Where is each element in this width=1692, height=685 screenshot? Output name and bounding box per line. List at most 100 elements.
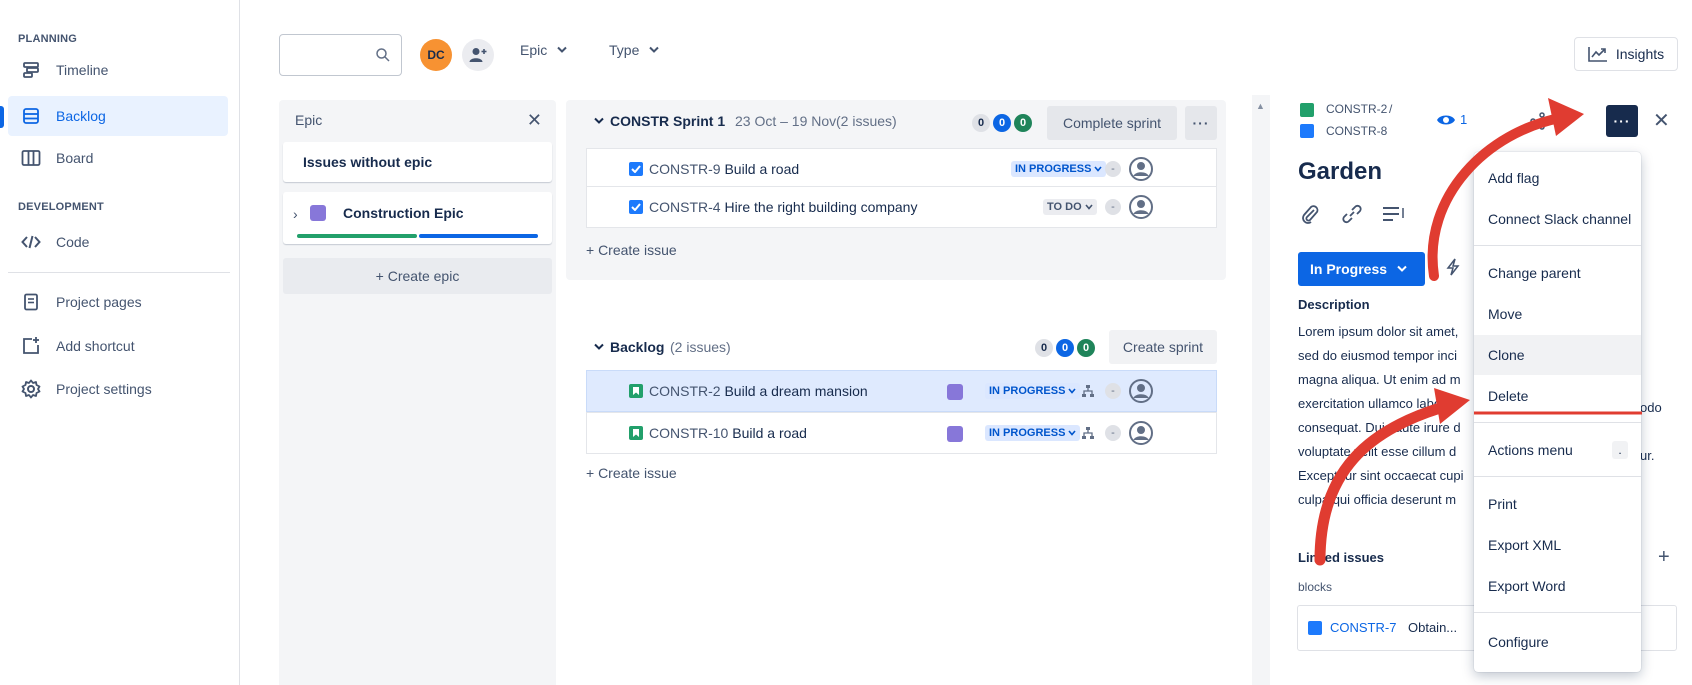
epic-filter-label: Epic bbox=[520, 42, 548, 58]
chevron-down-icon[interactable] bbox=[594, 117, 604, 125]
table-row[interactable]: CONSTR-4 Hire the right building company… bbox=[586, 186, 1217, 228]
active-indicator bbox=[0, 106, 4, 128]
issues-without-epic[interactable]: Issues without epic bbox=[283, 142, 552, 182]
menu-item-add-flag[interactable]: Add flag bbox=[1474, 158, 1641, 198]
create-issue-button[interactable]: + Create issue bbox=[586, 242, 677, 258]
linked-issue-summary: Obtain... bbox=[1408, 620, 1458, 635]
status-badge[interactable]: IN PROGRESS bbox=[985, 425, 1081, 441]
issue-summary: Hire the right building company bbox=[724, 199, 918, 215]
more-actions-button[interactable]: ··· bbox=[1606, 105, 1638, 137]
search-input[interactable] bbox=[279, 34, 402, 76]
status-label: IN PROGRESS bbox=[989, 427, 1066, 439]
link-icon[interactable] bbox=[1341, 204, 1363, 224]
add-people-button[interactable] bbox=[462, 39, 494, 71]
chevron-down-icon[interactable] bbox=[594, 343, 604, 351]
todo-count: 0 bbox=[972, 114, 990, 132]
more-icon[interactable]: ··· bbox=[1185, 106, 1217, 140]
attachment-icon[interactable] bbox=[1300, 204, 1320, 224]
close-icon[interactable]: ✕ bbox=[527, 110, 542, 131]
table-row[interactable]: CONSTR-9 Build a road IN PROGRESS - bbox=[586, 148, 1217, 190]
status-badge[interactable]: IN PROGRESS bbox=[985, 383, 1081, 399]
sidebar-divider bbox=[8, 272, 230, 273]
menu-item-print[interactable]: Print bbox=[1474, 484, 1641, 524]
create-issue-button[interactable]: + Create issue bbox=[586, 465, 677, 481]
issue-title[interactable]: Garden bbox=[1298, 158, 1382, 186]
complete-sprint-button[interactable]: Complete sprint bbox=[1047, 106, 1177, 140]
status-badge[interactable]: TO DO bbox=[1043, 199, 1097, 215]
issue-key[interactable]: CONSTR-9 bbox=[649, 161, 721, 177]
sidebar-item-label: Backlog bbox=[56, 108, 106, 124]
issue-summary: Build a road bbox=[724, 161, 800, 177]
type-filter-button[interactable]: Type bbox=[609, 42, 660, 58]
epic-progress-done bbox=[297, 234, 417, 238]
menu-item-clone[interactable]: Clone bbox=[1474, 335, 1641, 375]
menu-item-export-word[interactable]: Export Word bbox=[1474, 566, 1641, 606]
menu-item-move[interactable]: Move bbox=[1474, 294, 1641, 334]
status-badge[interactable]: IN PROGRESS bbox=[1011, 161, 1107, 177]
unassigned-avatar-icon bbox=[1129, 195, 1153, 219]
estimate-pill[interactable]: - bbox=[1105, 161, 1121, 177]
epic-color-swatch bbox=[947, 384, 963, 400]
issue-key[interactable]: CONSTR-4 bbox=[649, 199, 721, 215]
table-row[interactable]: CONSTR-10 Build a road IN PROGRESS - bbox=[586, 412, 1217, 454]
close-icon[interactable]: ✕ bbox=[1653, 108, 1670, 133]
estimate-pill[interactable]: - bbox=[1105, 383, 1121, 399]
scroll-up-icon[interactable]: ▲ bbox=[1256, 101, 1265, 111]
description-label: Description bbox=[1298, 297, 1370, 312]
chevron-down-icon bbox=[1094, 166, 1103, 172]
issue-key[interactable]: CONSTR-10 bbox=[649, 425, 728, 441]
menu-item-change-parent[interactable]: Change parent bbox=[1474, 253, 1641, 293]
menu-item-delete[interactable]: Delete bbox=[1474, 376, 1641, 416]
backlog-title: Backlog bbox=[610, 339, 665, 355]
sidebar-item-code[interactable]: Code bbox=[8, 222, 228, 262]
create-sprint-button[interactable]: Create sprint bbox=[1109, 330, 1217, 364]
menu-item-export-xml[interactable]: Export XML bbox=[1474, 525, 1641, 565]
insights-button[interactable]: Insights bbox=[1574, 37, 1678, 71]
sidebar-item-board[interactable]: Board bbox=[8, 138, 228, 178]
sprint-status-counts: 0 0 0 bbox=[972, 114, 1032, 132]
sidebar-item-add-shortcut[interactable]: Add shortcut bbox=[8, 326, 228, 366]
eye-icon[interactable] bbox=[1436, 112, 1456, 128]
epic-panel: Epic ✕ Issues without epic › Constructio… bbox=[279, 100, 556, 685]
sidebar-item-project-settings[interactable]: Project settings bbox=[8, 369, 228, 409]
table-row[interactable]: CONSTR-2 Build a dream mansion IN PROGRE… bbox=[586, 370, 1217, 412]
chevron-right-icon[interactable]: › bbox=[293, 206, 298, 222]
epic-filter-button[interactable]: Epic bbox=[520, 42, 567, 58]
estimate-pill[interactable]: - bbox=[1105, 425, 1121, 441]
todo-count: 0 bbox=[1035, 339, 1053, 357]
scrollbar[interactable]: ▲ bbox=[1252, 95, 1270, 685]
parent-issue-key[interactable]: CONSTR-2 bbox=[1326, 102, 1387, 116]
epic-card-construction[interactable]: › Construction Epic bbox=[283, 192, 552, 244]
status-label: TO DO bbox=[1047, 201, 1082, 213]
menu-item-connect-slack[interactable]: Connect Slack channel bbox=[1474, 199, 1641, 239]
checklist-icon[interactable] bbox=[1382, 206, 1406, 222]
menu-item-actions-menu[interactable]: Actions menu . bbox=[1474, 430, 1641, 470]
issue-key[interactable]: CONSTR-8 bbox=[1326, 124, 1387, 138]
watchers-count: 1 bbox=[1460, 112, 1468, 127]
epic-color-swatch bbox=[947, 426, 963, 442]
sidebar-item-timeline[interactable]: Timeline bbox=[8, 50, 228, 90]
sprint-panel: CONSTR Sprint 1 23 Oct – 19 Nov (2 issue… bbox=[566, 100, 1226, 280]
lightning-icon[interactable] bbox=[1446, 258, 1460, 276]
sidebar-item-label: Project pages bbox=[56, 294, 142, 310]
add-link-icon[interactable]: + bbox=[1658, 546, 1670, 569]
epic-color-swatch bbox=[310, 205, 326, 221]
sidebar-item-backlog[interactable]: Backlog bbox=[8, 96, 228, 136]
estimate-pill[interactable]: - bbox=[1105, 199, 1121, 215]
issue-key[interactable]: CONSTR-2 bbox=[649, 383, 721, 399]
sidebar-item-label: Code bbox=[56, 234, 90, 250]
status-dropdown[interactable]: In Progress bbox=[1298, 252, 1425, 286]
sidebar-item-project-pages[interactable]: Project pages bbox=[8, 282, 228, 322]
avatar[interactable]: DC bbox=[420, 39, 452, 71]
timeline-icon bbox=[20, 59, 42, 81]
create-epic-button[interactable]: + Create epic bbox=[283, 258, 552, 294]
chevron-down-icon bbox=[557, 46, 567, 54]
unassigned-avatar-icon bbox=[1129, 421, 1153, 445]
menu-item-configure[interactable]: Configure bbox=[1474, 622, 1641, 662]
sidebar-item-label: Timeline bbox=[56, 62, 109, 78]
done-count: 0 bbox=[1077, 339, 1095, 357]
epic-panel-title: Epic bbox=[295, 112, 323, 128]
chevron-down-icon bbox=[1397, 265, 1407, 272]
share-icon[interactable] bbox=[1530, 112, 1546, 130]
linked-issue-key[interactable]: CONSTR-7 bbox=[1330, 620, 1396, 635]
